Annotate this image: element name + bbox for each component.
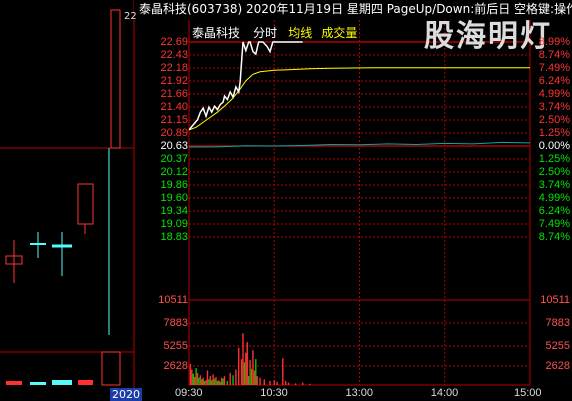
pct-tick-right: 8.74%: [538, 49, 570, 61]
price-tick-left: 22.43: [160, 49, 188, 61]
legend-volume[interactable]: 成交量: [321, 26, 357, 40]
left-panel-price-label: 22: [124, 11, 137, 22]
price-tick-left: 21.66: [160, 88, 188, 100]
volume-tick-left: 7883: [163, 317, 188, 329]
volume-tick-left: 5255: [163, 340, 188, 352]
price-tick-left: 21.92: [160, 75, 188, 87]
price-tick-left: 20.37: [160, 153, 188, 165]
legend-avg-line[interactable]: 均线: [288, 26, 312, 40]
left-panel-candle-big: [110, 9, 121, 149]
pct-tick-right: 6.24%: [538, 75, 570, 87]
price-tick-left: 18.83: [160, 231, 188, 243]
price-tick-left: 22.69: [160, 36, 188, 48]
price-tick-left: 20.12: [160, 166, 188, 178]
price-tick-left: 21.40: [160, 101, 188, 113]
time-label: 13:00: [345, 387, 374, 399]
pct-tick-right: 4.99%: [538, 88, 570, 100]
legend-timeshare[interactable]: 分时: [253, 26, 277, 40]
pct-tick-right: 6.24%: [538, 205, 570, 217]
price-tick-left: 19.60: [160, 192, 188, 204]
left-panel-vol-bar: [78, 380, 93, 385]
left-panel-vol-bar: [30, 382, 46, 385]
pct-tick-right: 7.49%: [538, 218, 570, 230]
left-panel-year-label: 2020: [110, 388, 142, 401]
pct-tick-right: 0.00%: [538, 140, 570, 152]
window-title: 泰晶科技(603738) 2020年11月19日 星期四 PageUp/Down…: [139, 2, 572, 16]
volume-tick-left: 10511: [158, 294, 188, 306]
price-tick-left: 19.86: [160, 179, 188, 191]
pct-tick-right: 7.49%: [538, 62, 570, 74]
price-tick-left: 20.89: [160, 127, 188, 139]
left-panel-vol-bar: [6, 381, 22, 385]
price-tick-left: 20.63: [160, 140, 188, 152]
price-tick-left: 19.34: [160, 205, 188, 217]
pct-tick-right: 1.25%: [538, 127, 570, 139]
pct-tick-right: 3.74%: [538, 101, 570, 113]
price-tick-left: 19.09: [160, 218, 188, 230]
volume-tick-right: 7883: [545, 317, 570, 329]
pct-tick-right: 2.50%: [538, 166, 570, 178]
pct-tick-right: 1.25%: [538, 153, 570, 165]
time-label: 09:30: [175, 387, 203, 399]
chart-stage: 泰晶科技(603738) 2020年11月19日 星期四 PageUp/Down…: [0, 0, 572, 401]
pct-tick-right: 8.99%: [538, 36, 570, 48]
left-panel-vol-bar: [52, 380, 72, 385]
pct-tick-right: 4.99%: [538, 192, 570, 204]
price-tick-left: 22.18: [160, 62, 188, 74]
pct-tick-right: 2.50%: [538, 114, 570, 126]
volume-tick-left: 2628: [163, 360, 188, 372]
left-panel-vol-bar: [101, 351, 121, 386]
left-panel-candle: [77, 183, 94, 225]
pct-tick-right: 3.74%: [538, 179, 570, 191]
time-label: 15:00: [514, 387, 542, 399]
volume-tick-right: 2628: [545, 360, 570, 372]
time-label: 14:00: [430, 387, 459, 399]
chart-canvas: [0, 0, 531, 401]
volume-tick-right: 10511: [540, 294, 570, 306]
chart-legend: 泰晶科技 分时 均线 成交量: [192, 24, 357, 40]
pct-tick-right: 8.74%: [538, 231, 570, 243]
time-label: 10:30: [260, 387, 288, 399]
price-tick-left: 21.15: [160, 114, 188, 126]
volume-tick-right: 5255: [545, 340, 570, 352]
legend-stock-name: 泰晶科技: [192, 26, 241, 40]
